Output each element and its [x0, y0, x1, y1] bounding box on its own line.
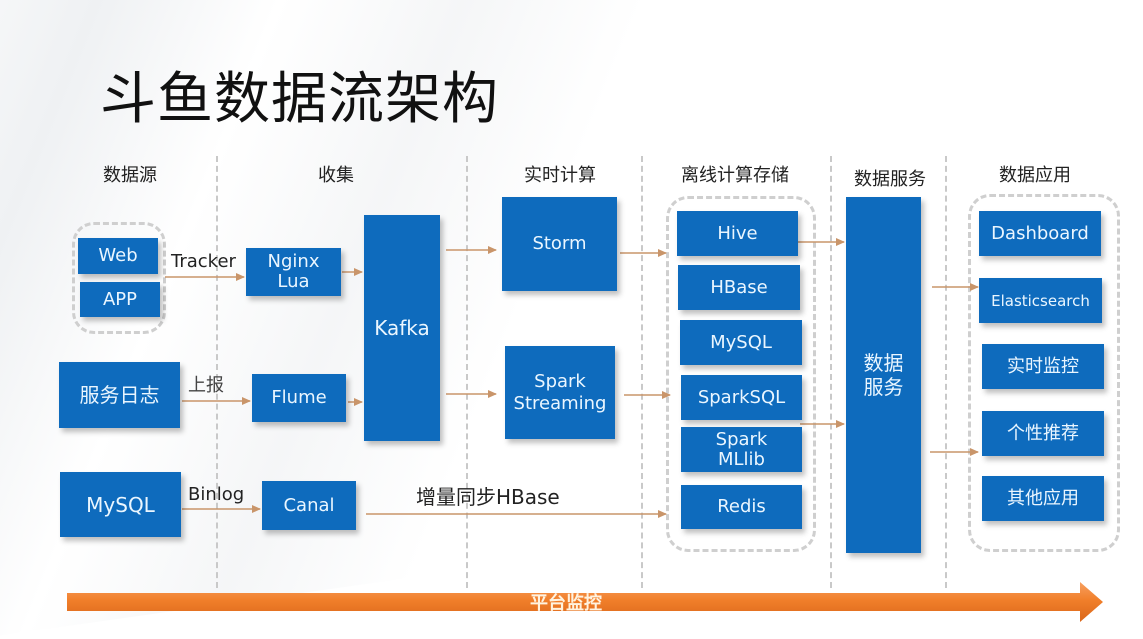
collect-canal: Canal	[262, 481, 356, 530]
offline-hive: Hive	[677, 211, 798, 256]
offline-sparksql: SparkSQL	[681, 375, 802, 420]
source-service-log: 服务日志	[59, 362, 180, 428]
platform-monitor-label: 平台监控	[530, 593, 602, 614]
collect-nginx-lua: Nginx Lua	[246, 248, 341, 296]
app-elasticsearch: Elasticsearch	[979, 278, 1102, 323]
realtime-storm: Storm	[502, 197, 617, 291]
source-mysql: MySQL	[60, 472, 181, 537]
realtime-spark-streaming: Spark Streaming	[505, 346, 615, 439]
collect-flume: Flume	[252, 374, 346, 422]
collect-kafka: Kafka	[364, 215, 440, 441]
app-other: 其他应用	[982, 476, 1104, 521]
offline-spark-mllib: Spark MLlib	[681, 427, 802, 472]
edge-label-report: 上报	[188, 375, 224, 396]
offline-mysql: MySQL	[680, 320, 802, 365]
edge-label-incremental-sync: 增量同步HBase	[416, 485, 560, 509]
offline-redis: Redis	[681, 485, 802, 529]
app-personal-recommend: 个性推荐	[982, 411, 1104, 456]
flow-arrows	[165, 238, 979, 518]
app-dashboard: Dashboard	[979, 211, 1101, 256]
edge-label-binlog: Binlog	[188, 484, 245, 505]
data-service: 数据 服务	[846, 197, 921, 553]
source-app: APP	[80, 282, 160, 317]
source-web: Web	[78, 238, 158, 274]
edge-label-tracker: Tracker	[171, 251, 236, 272]
app-realtime-monitor: 实时监控	[982, 344, 1104, 389]
offline-hbase: HBase	[678, 265, 800, 310]
